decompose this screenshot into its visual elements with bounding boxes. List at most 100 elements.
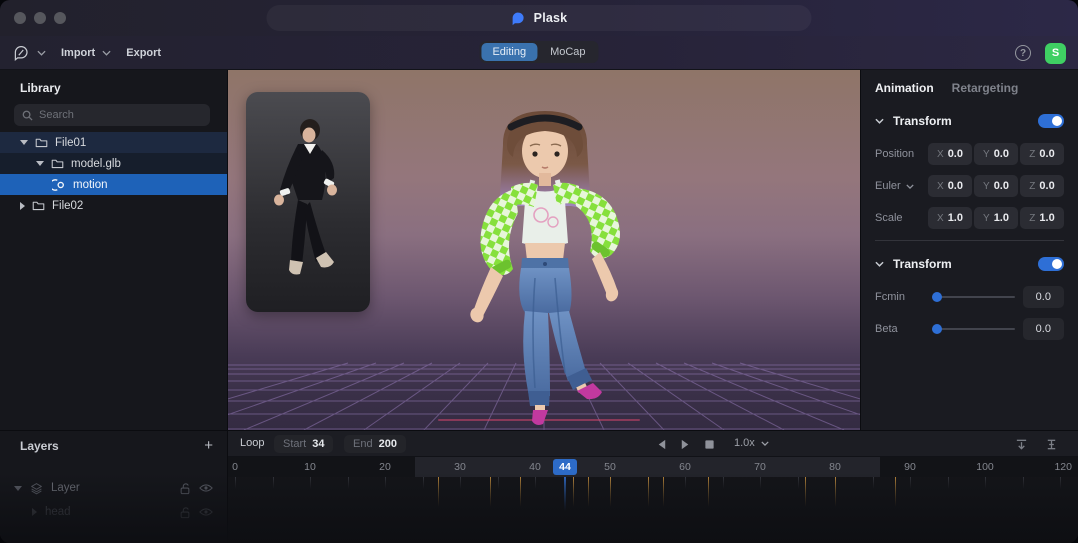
library-tree: File01 model.glb motion bbox=[0, 132, 227, 216]
layer-name: Layer bbox=[51, 482, 80, 494]
keyframe-marker[interactable] bbox=[588, 477, 589, 507]
auto-scroll-icon[interactable] bbox=[1012, 435, 1030, 453]
keyframe-marker[interactable] bbox=[648, 477, 649, 507]
layer-row[interactable]: Layer bbox=[0, 479, 227, 497]
add-layer-button[interactable]: + bbox=[204, 437, 213, 454]
unlock-icon[interactable] bbox=[179, 482, 191, 495]
playhead-line[interactable] bbox=[564, 477, 566, 511]
avatar[interactable]: S bbox=[1045, 43, 1066, 64]
loop-end-field[interactable]: End 200 bbox=[344, 435, 406, 453]
scale-y-field[interactable]: Y1.0 bbox=[974, 207, 1018, 229]
frame-tick bbox=[1060, 477, 1061, 489]
beta-slider-thumb[interactable] bbox=[932, 324, 942, 334]
frame-tick bbox=[948, 477, 949, 489]
caret-right-icon[interactable] bbox=[20, 202, 25, 210]
chevron-down-icon[interactable] bbox=[875, 118, 884, 124]
search-input[interactable] bbox=[39, 109, 202, 121]
tree-item-motion[interactable]: motion bbox=[0, 174, 227, 195]
zoom-window-button[interactable] bbox=[54, 12, 66, 24]
close-window-button[interactable] bbox=[14, 12, 26, 24]
search-box[interactable] bbox=[14, 104, 210, 126]
chevron-down-icon[interactable] bbox=[875, 261, 884, 267]
chevron-down-icon[interactable] bbox=[37, 50, 46, 56]
keyframe-marker[interactable] bbox=[438, 477, 439, 507]
keyframe-marker[interactable] bbox=[805, 477, 806, 507]
eye-icon[interactable] bbox=[199, 483, 213, 493]
reference-video-card[interactable] bbox=[246, 92, 370, 312]
tree-item-file01[interactable]: File01 bbox=[0, 132, 227, 153]
titlebar: Plask bbox=[0, 0, 1078, 36]
keyframe-marker[interactable] bbox=[895, 477, 896, 507]
library-panel: Library File01 model.glb bbox=[0, 70, 228, 430]
transform-toggle-2[interactable] bbox=[1038, 257, 1064, 271]
fcmin-slider[interactable] bbox=[932, 296, 1015, 298]
frame-tick bbox=[385, 477, 386, 489]
stop-button[interactable] bbox=[700, 435, 718, 453]
import-button[interactable]: Import bbox=[61, 47, 95, 59]
character-model[interactable] bbox=[445, 103, 645, 430]
timeline: Loop Start 34 End 200 bbox=[228, 431, 1078, 543]
eye-icon[interactable] bbox=[199, 507, 213, 517]
tab-editing[interactable]: Editing bbox=[481, 43, 537, 61]
playhead[interactable]: 44 bbox=[553, 459, 577, 475]
fcmin-value-field[interactable]: 0.0 bbox=[1023, 286, 1064, 308]
euler-z-field[interactable]: Z0.0 bbox=[1020, 175, 1064, 197]
position-x-field[interactable]: X0.0 bbox=[928, 143, 972, 165]
loop-start-field[interactable]: Start 34 bbox=[274, 435, 333, 453]
tab-mocap[interactable]: MoCap bbox=[539, 43, 596, 61]
viewport-3d[interactable] bbox=[228, 70, 860, 430]
euler-x-field[interactable]: X0.0 bbox=[928, 175, 972, 197]
tree-item-file02[interactable]: File02 bbox=[0, 195, 227, 216]
caret-down-icon[interactable] bbox=[20, 140, 28, 145]
caret-down-icon[interactable] bbox=[14, 486, 22, 491]
position-label: Position bbox=[875, 148, 928, 160]
position-z-field[interactable]: Z0.0 bbox=[1020, 143, 1064, 165]
layer-row[interactable]: head bbox=[0, 503, 227, 521]
help-icon[interactable]: ? bbox=[1015, 45, 1031, 61]
beta-slider[interactable] bbox=[932, 328, 1015, 330]
inspector-panel: Animation Retargeting Transform Position… bbox=[860, 70, 1078, 430]
transform-toggle-1[interactable] bbox=[1038, 114, 1064, 128]
position-y-field[interactable]: Y0.0 bbox=[974, 143, 1018, 165]
unlock-icon[interactable] bbox=[179, 506, 191, 519]
section-title-transform-1[interactable]: Transform bbox=[893, 114, 1029, 128]
step-back-button[interactable] bbox=[652, 435, 670, 453]
minimize-window-button[interactable] bbox=[34, 12, 46, 24]
euler-label[interactable]: Euler bbox=[875, 180, 928, 192]
fcmin-slider-thumb[interactable] bbox=[932, 292, 942, 302]
chevron-down-icon[interactable] bbox=[906, 184, 914, 189]
frame-tick bbox=[910, 477, 911, 489]
frame-tick bbox=[798, 477, 799, 489]
ruler-label-80: 80 bbox=[829, 461, 841, 473]
scale-z-field[interactable]: Z1.0 bbox=[1020, 207, 1064, 229]
tree-item-model-glb[interactable]: model.glb bbox=[0, 153, 227, 174]
playback-speed-dropdown[interactable]: 1.0x bbox=[734, 437, 769, 449]
reference-person bbox=[246, 92, 370, 312]
keyframe-marker[interactable] bbox=[663, 477, 664, 507]
export-button[interactable]: Export bbox=[126, 47, 161, 59]
fit-timeline-icon[interactable] bbox=[1042, 435, 1060, 453]
scale-x-field[interactable]: X1.0 bbox=[928, 207, 972, 229]
tab-animation[interactable]: Animation bbox=[875, 81, 934, 95]
loop-toggle[interactable]: Loop bbox=[240, 437, 264, 449]
layers-title: Layers bbox=[20, 439, 59, 453]
timeline-ruler[interactable]: 010203040506070809010012044 bbox=[228, 457, 1078, 477]
play-button[interactable] bbox=[676, 435, 694, 453]
timeline-active-range bbox=[415, 457, 880, 477]
keyframe-marker[interactable] bbox=[520, 477, 521, 507]
euler-y-field[interactable]: Y0.0 bbox=[974, 175, 1018, 197]
chevron-down-icon[interactable] bbox=[102, 50, 111, 56]
keyframe-marker[interactable] bbox=[835, 477, 836, 507]
ruler-label-50: 50 bbox=[604, 461, 616, 473]
plask-menu-icon[interactable] bbox=[12, 44, 30, 62]
timeline-tracks[interactable] bbox=[228, 477, 1078, 543]
keyframe-marker[interactable] bbox=[490, 477, 491, 507]
section-title-transform-2[interactable]: Transform bbox=[893, 257, 1029, 271]
keyframe-marker[interactable] bbox=[708, 477, 709, 507]
keyframe-marker[interactable] bbox=[573, 477, 574, 507]
tab-retargeting[interactable]: Retargeting bbox=[952, 81, 1019, 95]
keyframe-marker[interactable] bbox=[610, 477, 611, 507]
caret-right-icon[interactable] bbox=[32, 508, 37, 516]
caret-down-icon[interactable] bbox=[36, 161, 44, 166]
beta-value-field[interactable]: 0.0 bbox=[1023, 318, 1064, 340]
